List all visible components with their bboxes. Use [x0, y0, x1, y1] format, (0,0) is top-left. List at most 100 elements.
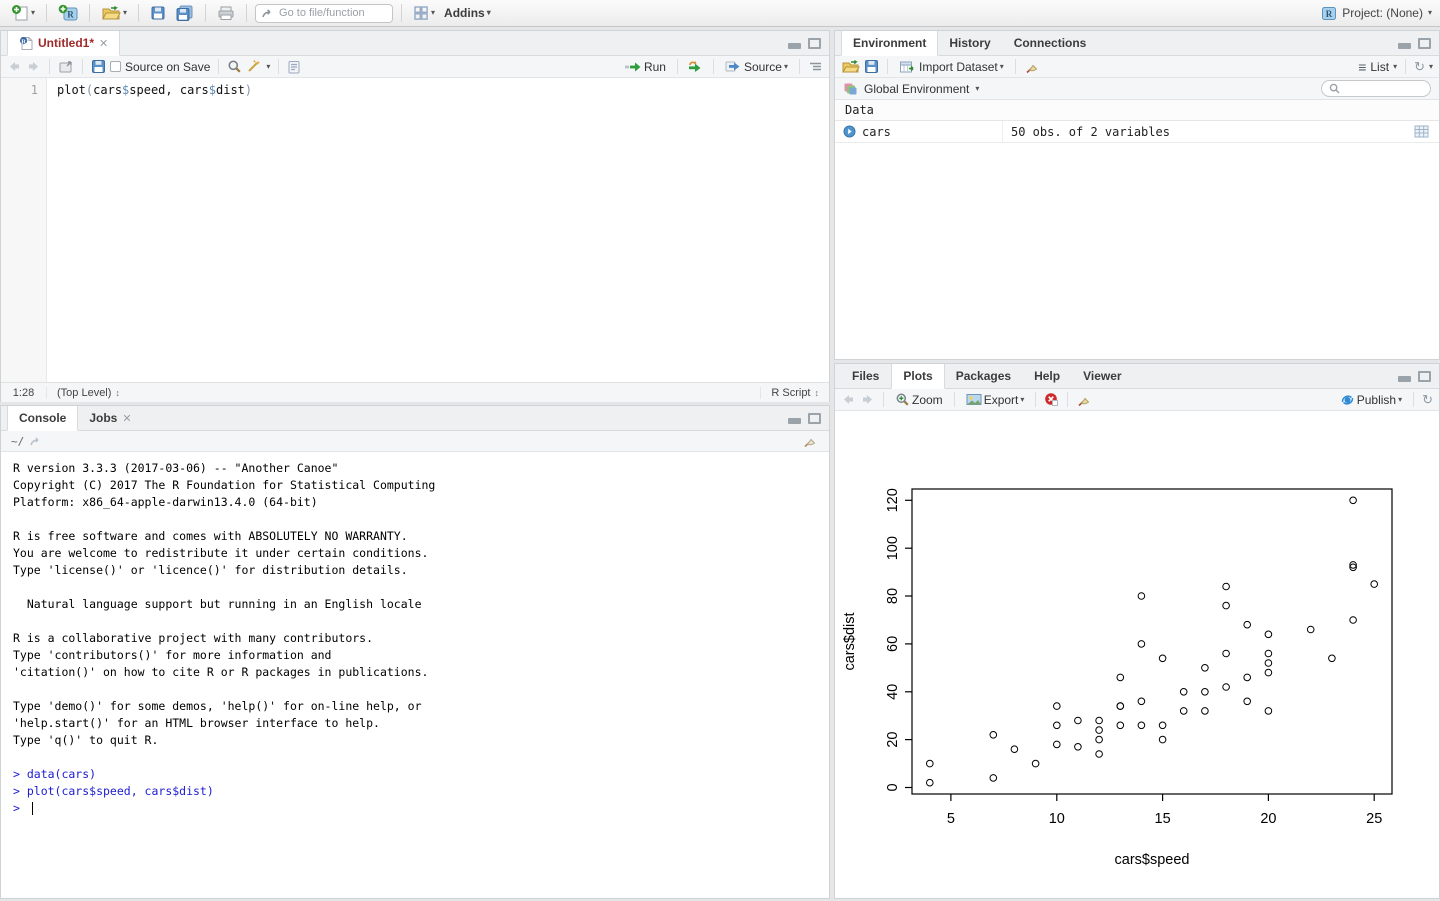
svg-text:25: 25 — [1366, 811, 1382, 827]
minimize-pane-icon[interactable] — [788, 43, 801, 49]
svg-text:100: 100 — [885, 536, 901, 560]
save-all-button[interactable] — [172, 3, 197, 23]
code-editor[interactable]: 1 plot(cars$speed, cars$dist) — [1, 78, 829, 382]
import-dataset-label: Import Dataset — [919, 60, 998, 74]
console-path-bar: ~/ — [1, 431, 829, 452]
pane-layout-caret-icon — [431, 9, 435, 17]
svg-text:R: R — [1326, 9, 1333, 19]
minimize-pane-icon[interactable] — [1398, 376, 1411, 382]
tab-environment[interactable]: Environment — [841, 31, 938, 56]
load-workspace-folder-icon[interactable] — [841, 59, 860, 74]
svg-text:cars$speed: cars$speed — [1115, 852, 1190, 868]
next-plot-icon[interactable] — [860, 393, 875, 406]
export-plot-button[interactable]: Export — [963, 391, 1028, 409]
compile-report-icon[interactable] — [287, 60, 301, 74]
find-icon[interactable] — [227, 59, 242, 74]
svg-text:R: R — [21, 38, 26, 45]
console-line: 'citation()' on how to cite R or R packa… — [13, 664, 817, 681]
forward-icon[interactable] — [26, 60, 41, 73]
maximize-pane-icon[interactable] — [1418, 38, 1431, 49]
list-view-button[interactable]: List — [1370, 60, 1389, 74]
project-menu[interactable]: R Project: (None) — [1321, 6, 1432, 21]
maximize-pane-icon[interactable] — [1418, 371, 1431, 382]
import-dataset-icon — [899, 60, 917, 74]
previous-plot-icon[interactable] — [841, 393, 856, 406]
tab-history[interactable]: History — [938, 31, 1002, 55]
source-button[interactable]: Source — [722, 58, 791, 76]
maximize-pane-icon[interactable] — [808, 413, 821, 424]
console-tabstrip: Console Jobs ✕ — [1, 406, 829, 431]
console-line: You are welcome to redistribute it under… — [13, 545, 817, 562]
refresh-plot-icon[interactable] — [1422, 392, 1433, 408]
remove-plot-icon[interactable] — [1044, 392, 1059, 407]
goto-directory-icon[interactable] — [30, 436, 43, 447]
publish-button[interactable]: Publish — [1337, 391, 1405, 409]
help-tab-label: Help — [1034, 369, 1060, 383]
tab-help[interactable]: Help — [1023, 364, 1072, 388]
close-tab-icon[interactable]: ✕ — [99, 37, 108, 50]
save-icon[interactable] — [91, 59, 106, 74]
tab-untitled1[interactable]: R Untitled1* ✕ — [7, 31, 120, 56]
popout-window-icon[interactable] — [58, 60, 74, 73]
document-outline-icon[interactable] — [808, 61, 823, 73]
addins-button[interactable]: Addins — [441, 4, 494, 22]
save-button[interactable] — [147, 3, 169, 23]
filetype-selector[interactable]: R Script — [760, 387, 829, 399]
minimize-pane-icon[interactable] — [788, 418, 801, 424]
goto-file-input[interactable] — [279, 7, 379, 19]
code-tools-caret-icon[interactable] — [266, 63, 270, 71]
refresh-environment-icon[interactable] — [1414, 59, 1425, 75]
code-tools-wand-icon[interactable] — [246, 59, 262, 74]
import-dataset-button[interactable]: Import Dataset — [896, 58, 1007, 76]
tab-files[interactable]: Files — [841, 364, 891, 388]
maximize-pane-icon[interactable] — [808, 38, 821, 49]
clear-console-broom-icon[interactable] — [803, 434, 819, 448]
environment-scope-bar: Global Environment — [835, 78, 1439, 100]
clear-all-plots-broom-icon[interactable] — [1076, 393, 1092, 407]
environment-scope-selector[interactable]: Global Environment — [864, 82, 969, 96]
new-project-button[interactable]: R — [55, 2, 81, 24]
zoom-plot-button[interactable]: Zoom — [892, 390, 946, 409]
tab-packages[interactable]: Packages — [945, 364, 1023, 388]
editor-tabstrip: R Untitled1* ✕ — [1, 31, 829, 56]
tab-plots[interactable]: Plots — [891, 364, 944, 389]
save-workspace-icon[interactable] — [864, 59, 879, 74]
print-button[interactable] — [214, 3, 238, 23]
svg-text:80: 80 — [885, 588, 901, 604]
tab-jobs[interactable]: Jobs ✕ — [78, 406, 143, 430]
print-icon — [217, 5, 235, 21]
tab-connections[interactable]: Connections — [1003, 31, 1099, 55]
run-label: Run — [644, 60, 666, 74]
scope-selector[interactable]: (Top Level) — [47, 387, 130, 399]
r-script-file-icon: R — [19, 36, 33, 51]
goto-file-search[interactable] — [255, 4, 393, 23]
environment-object-row[interactable]: cars 50 obs. of 2 variables — [835, 121, 1439, 143]
console-line: Type 'q()' to quit R. — [13, 732, 817, 749]
back-icon[interactable] — [7, 60, 22, 73]
console-line: R version 3.3.3 (2017-03-06) -- "Another… — [13, 460, 817, 477]
run-button[interactable]: Run — [621, 58, 669, 76]
source-caret-icon — [784, 63, 788, 71]
new-file-button[interactable] — [8, 2, 38, 24]
clear-environment-broom-icon[interactable] — [1024, 60, 1040, 74]
minimize-pane-icon[interactable] — [1398, 43, 1411, 49]
console-line — [13, 681, 817, 698]
addins-label: Addins — [444, 6, 485, 20]
source-on-save-checkbox[interactable] — [110, 61, 121, 72]
rerun-icon[interactable] — [686, 60, 705, 73]
console-line — [13, 613, 817, 630]
view-data-grid-icon[interactable] — [1414, 125, 1439, 138]
console-output[interactable]: R version 3.3.3 (2017-03-06) -- "Another… — [1, 452, 829, 825]
pane-layout-button[interactable] — [410, 3, 438, 23]
environment-toolbar: Import Dataset List — [835, 56, 1439, 78]
plots-toolbar: Zoom Export — [835, 389, 1439, 411]
svg-text:10: 10 — [1049, 811, 1065, 827]
expand-object-icon[interactable] — [843, 125, 856, 138]
environment-search-input[interactable] — [1344, 83, 1424, 95]
close-jobs-tab-icon[interactable]: ✕ — [122, 412, 131, 425]
console-pane: Console Jobs ✕ ~/ R version 3.3.3 (2017- — [0, 405, 830, 899]
environment-search[interactable] — [1321, 80, 1431, 97]
open-file-button[interactable] — [98, 3, 130, 23]
tab-viewer[interactable]: Viewer — [1072, 364, 1133, 388]
tab-console[interactable]: Console — [7, 406, 78, 431]
